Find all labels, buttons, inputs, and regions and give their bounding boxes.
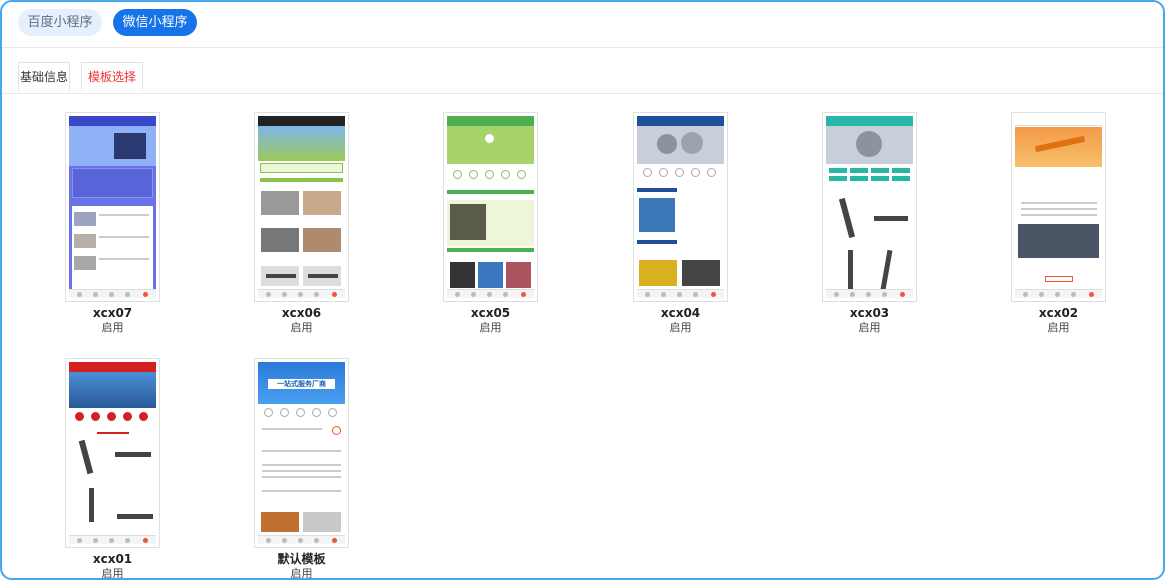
template-card-xcx01[interactable]: xcx01 启用 [65, 358, 160, 580]
template-card-xcx05[interactable]: xcx05 启用 [443, 112, 538, 335]
tab-wechat-miniprogram[interactable]: 微信小程序 [113, 9, 197, 36]
template-thumbnail[interactable]: 一站式服务厂商 [254, 358, 349, 548]
template-name: xcx07 [92, 306, 133, 320]
section-tab-bar: 基础信息 模板选择 [2, 48, 1163, 94]
template-card-xcx03[interactable]: xcx03 启用 [822, 112, 917, 335]
template-name: xcx06 [281, 306, 322, 320]
template-status: 启用 [669, 321, 692, 334]
template-status: 启用 [290, 567, 313, 580]
template-card-xcx06[interactable]: xcx06 启用 [254, 112, 349, 335]
template-name: 默认模板 [277, 552, 326, 566]
tab-template-select[interactable]: 模板选择 [81, 62, 143, 91]
template-card-xcx02[interactable]: xcx02 启用 [1011, 112, 1106, 335]
template-card-xcx07[interactable]: xcx07 启用 [65, 112, 160, 335]
template-name: xcx04 [660, 306, 701, 320]
template-thumbnail[interactable] [1011, 112, 1106, 302]
app-frame: 百度小程序 微信小程序 基础信息 模板选择 xcx07 启用 xcx06 启用 … [0, 0, 1165, 580]
default-banner-text: 一站式服务厂商 [268, 379, 335, 389]
template-status: 启用 [479, 321, 502, 334]
template-thumbnail[interactable] [822, 112, 917, 302]
template-thumbnail[interactable] [443, 112, 538, 302]
template-card-xcx04[interactable]: xcx04 启用 [633, 112, 728, 335]
template-name: xcx02 [1038, 306, 1079, 320]
template-thumbnail[interactable] [254, 112, 349, 302]
template-status: 启用 [290, 321, 313, 334]
platform-tab-bar: 百度小程序 微信小程序 [2, 2, 1163, 48]
template-thumbnail[interactable] [65, 112, 160, 302]
template-status: 启用 [101, 321, 124, 334]
template-name: xcx01 [92, 552, 133, 566]
template-name: xcx03 [849, 306, 890, 320]
template-card-default[interactable]: 一站式服务厂商 默认模板 启用 [254, 358, 349, 580]
tab-basic-info[interactable]: 基础信息 [18, 62, 70, 91]
template-status: 启用 [1047, 321, 1070, 334]
template-status: 启用 [858, 321, 881, 334]
template-thumbnail[interactable] [65, 358, 160, 548]
template-status: 启用 [101, 567, 124, 580]
template-thumbnail[interactable] [633, 112, 728, 302]
tab-baidu-miniprogram[interactable]: 百度小程序 [18, 9, 102, 36]
template-name: xcx05 [470, 306, 511, 320]
